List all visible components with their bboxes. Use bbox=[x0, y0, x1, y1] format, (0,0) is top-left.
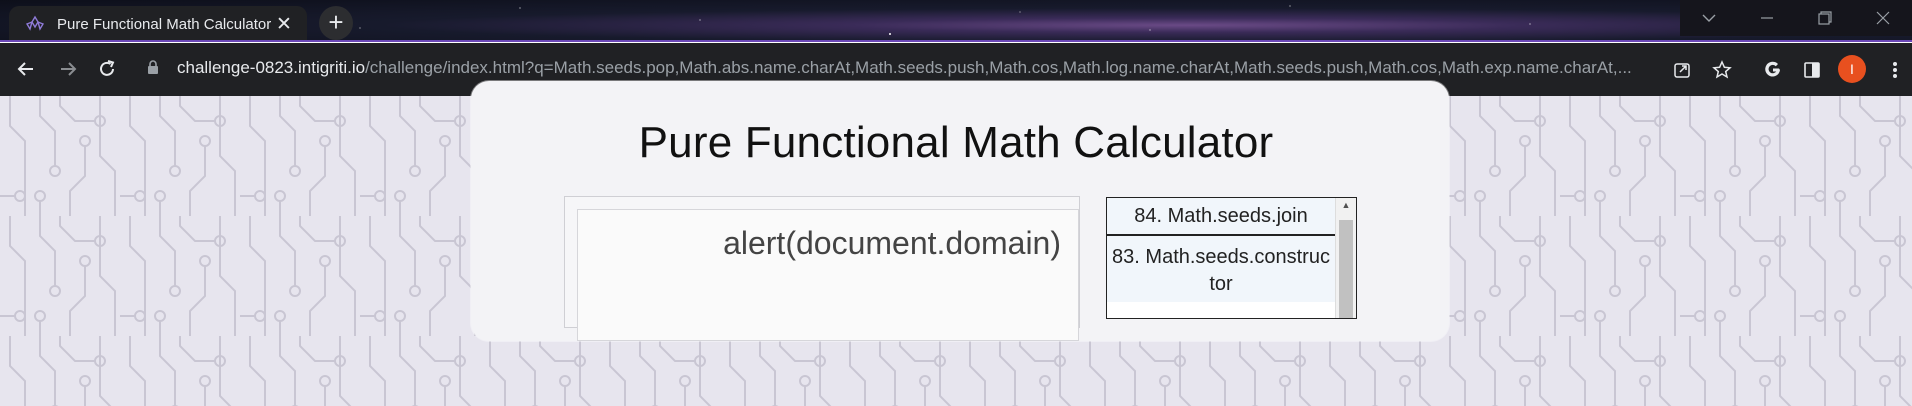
side-panel-icon[interactable] bbox=[1797, 55, 1827, 85]
scrollbar-thumb[interactable] bbox=[1339, 220, 1353, 318]
scroll-up-arrow-icon[interactable]: ▲ bbox=[1336, 200, 1356, 210]
tab-strip: Pure Functional Math Calculator ✕ + bbox=[0, 0, 1912, 42]
url-path: /challenge/index.html?q=Math.seeds.pop,M… bbox=[365, 58, 1632, 77]
window-controls bbox=[1680, 0, 1912, 36]
reload-icon[interactable] bbox=[90, 52, 124, 86]
google-extension-icon[interactable] bbox=[1758, 55, 1788, 85]
tab-strip-accent-line bbox=[0, 40, 1912, 42]
history-item[interactable]: 83. Math.seeds.constructor bbox=[1107, 236, 1335, 302]
restore-icon[interactable] bbox=[1796, 0, 1854, 36]
tab-title: Pure Functional Math Calculator bbox=[57, 15, 272, 33]
address-bar[interactable]: challenge-0823.intigriti.io/challenge/in… bbox=[177, 58, 1657, 78]
close-icon[interactable] bbox=[1854, 0, 1912, 36]
intigriti-logo-icon bbox=[23, 14, 47, 34]
history-item[interactable]: 84. Math.seeds.join bbox=[1107, 198, 1335, 236]
chevron-down-icon[interactable] bbox=[1680, 0, 1738, 36]
page-title: Pure Functional Math Calculator bbox=[638, 118, 1274, 167]
new-tab-button[interactable]: + bbox=[319, 6, 353, 40]
bookmark-star-icon[interactable] bbox=[1707, 55, 1737, 85]
share-icon[interactable] bbox=[1667, 55, 1697, 85]
forward-arrow-icon[interactable] bbox=[51, 52, 85, 86]
url-host: challenge-0823.intigriti.io bbox=[177, 58, 366, 77]
back-arrow-icon[interactable] bbox=[9, 52, 43, 86]
history-scrollbar[interactable]: ▲ bbox=[1335, 198, 1356, 318]
active-tab[interactable]: Pure Functional Math Calculator ✕ bbox=[9, 6, 307, 42]
lock-icon[interactable] bbox=[146, 59, 160, 80]
tab-close-icon[interactable]: ✕ bbox=[273, 13, 295, 36]
minimize-icon[interactable] bbox=[1738, 0, 1796, 36]
history-list[interactable]: 84. Math.seeds.join 83. Math.seeds.const… bbox=[1106, 197, 1357, 319]
profile-avatar[interactable]: I bbox=[1838, 55, 1866, 83]
more-menu-icon[interactable] bbox=[1880, 55, 1910, 85]
expression-output: alert(document.domain) bbox=[723, 225, 1061, 261]
